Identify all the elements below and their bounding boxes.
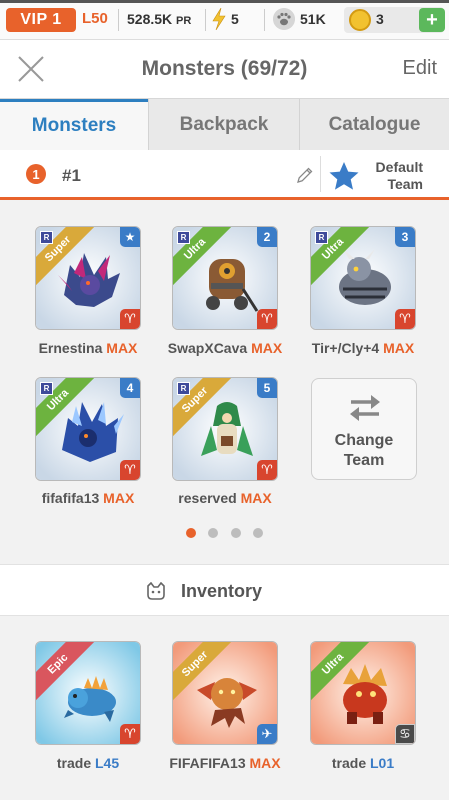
monster-tag: MAX: [249, 755, 281, 771]
monster-name: Ernestina MAX: [13, 340, 163, 356]
power-unit: PR: [176, 15, 192, 27]
header: Monsters (69/72) Edit: [0, 40, 449, 98]
element-icon: ♋: [395, 724, 415, 744]
monster-tag: MAX: [383, 340, 415, 356]
tab-bar: Monsters Backpack Catalogue: [0, 98, 449, 150]
inventory-card[interactable]: Epic ♈: [35, 641, 141, 745]
slot-badge: 2: [257, 227, 277, 247]
element-icon: ♈: [257, 460, 277, 480]
monster-name: SwapXCava MAX: [150, 340, 300, 356]
change-team-label: Change Team: [312, 431, 416, 471]
monster-face-icon: [147, 582, 165, 600]
tab-catalogue[interactable]: Catalogue: [300, 99, 449, 150]
page-dot[interactable]: [231, 528, 241, 538]
swap-icon: [350, 395, 380, 421]
inventory-label: Inventory: [181, 581, 263, 601]
change-team-line1: Change: [334, 432, 394, 449]
monster-card[interactable]: Ultra R 3 ♈: [310, 226, 416, 330]
default-team-label[interactable]: Default Team: [376, 159, 423, 193]
page-dot[interactable]: [208, 528, 218, 538]
element-icon: ♈: [120, 309, 140, 329]
team-row: 1 #1 Default Team: [0, 150, 449, 200]
divider: [320, 156, 321, 192]
slot-badge: 3: [395, 227, 415, 247]
inventory-card[interactable]: Super ✈: [172, 641, 278, 745]
divider: [118, 9, 119, 31]
rank-badge: R: [177, 382, 190, 395]
element-icon: ♈: [120, 460, 140, 480]
monster-name: fifafifa13 MAX: [13, 490, 163, 506]
inventory-card[interactable]: Ultra ♋: [310, 641, 416, 745]
monster-tag: L45: [95, 755, 120, 771]
slot-badge: ★: [120, 227, 140, 247]
rank-badge: R: [177, 231, 190, 244]
vip-badge[interactable]: VIP 1: [6, 8, 76, 32]
default-team-line1: Default: [375, 159, 423, 175]
lightning-icon: [212, 8, 226, 30]
element-icon: ♈: [120, 724, 140, 744]
element-icon: ♈: [257, 309, 277, 329]
page-title: Monsters (69/72): [141, 57, 308, 80]
slot-badge: 5: [257, 378, 277, 398]
monster-tag: MAX: [103, 490, 135, 506]
page-indicator: [0, 528, 449, 540]
page-dot[interactable]: [253, 528, 263, 538]
tab-backpack[interactable]: Backpack: [149, 99, 299, 150]
monster-name: reserved MAX: [150, 490, 300, 506]
monster-name-text: reserved: [178, 490, 237, 506]
monster-name-text: FIFAFIFA13: [169, 755, 246, 771]
star-icon[interactable]: [328, 161, 360, 191]
power-value: 528.5K: [127, 11, 173, 27]
team-number-badge: 1: [26, 164, 46, 184]
monster-name: trade L01: [288, 755, 438, 771]
monster-name-text: SwapXCava: [167, 340, 248, 356]
slot-badge: 4: [120, 378, 140, 398]
change-team-line2: Team: [343, 452, 385, 469]
default-team-line2: Team: [387, 176, 423, 192]
progress-line: [0, 0, 449, 3]
monster-name-text: Ernestina: [38, 340, 103, 356]
inventory-header: Inventory: [0, 564, 449, 616]
power-rating: 528.5K PR: [127, 11, 191, 27]
energy-count: 5: [231, 11, 239, 27]
paw-icon: [273, 8, 295, 30]
status-bar: VIP 1 L50 528.5K PR 5 51K 3 +: [0, 0, 449, 40]
monster-tag: L01: [370, 755, 395, 771]
rank-badge: R: [40, 231, 53, 244]
monster-tag: MAX: [240, 490, 272, 506]
team-name: #1: [62, 166, 81, 185]
monster-name-text: Tir+/Cly+4: [311, 340, 380, 356]
page-dot[interactable]: [186, 528, 196, 538]
monster-tag: MAX: [106, 340, 138, 356]
monster-card[interactable]: Ultra R 2 ♈: [172, 226, 278, 330]
edit-button[interactable]: Edit: [403, 57, 437, 80]
rank-badge: R: [315, 231, 328, 244]
add-coins-button[interactable]: +: [419, 8, 445, 32]
player-level: L50: [82, 10, 108, 27]
pencil-icon[interactable]: [296, 166, 314, 184]
monster-card[interactable]: Super R ★ ♈: [35, 226, 141, 330]
monster-card[interactable]: Super R 5 ♈: [172, 377, 278, 481]
tab-monsters[interactable]: Monsters: [0, 99, 148, 150]
monster-name-text: fifafifa13: [41, 490, 100, 506]
monster-card[interactable]: Ultra R 4 ♈: [35, 377, 141, 481]
monster-name-text: trade: [56, 755, 92, 771]
element-icon: ♈: [395, 309, 415, 329]
divider: [205, 9, 206, 31]
coin-icon: [349, 9, 371, 31]
paws-count: 51K: [300, 11, 326, 27]
change-team-button[interactable]: Change Team: [311, 378, 417, 480]
rank-badge: R: [40, 382, 53, 395]
monster-name: trade L45: [13, 755, 163, 771]
element-icon: ✈: [257, 724, 277, 744]
monster-name: Tir+/Cly+4 MAX: [288, 340, 438, 356]
coin-count: 3: [376, 11, 384, 27]
divider: [264, 9, 265, 31]
monster-tag: MAX: [251, 340, 283, 356]
monster-name: FIFAFIFA13 MAX: [150, 755, 300, 771]
monster-name-text: trade: [331, 755, 367, 771]
